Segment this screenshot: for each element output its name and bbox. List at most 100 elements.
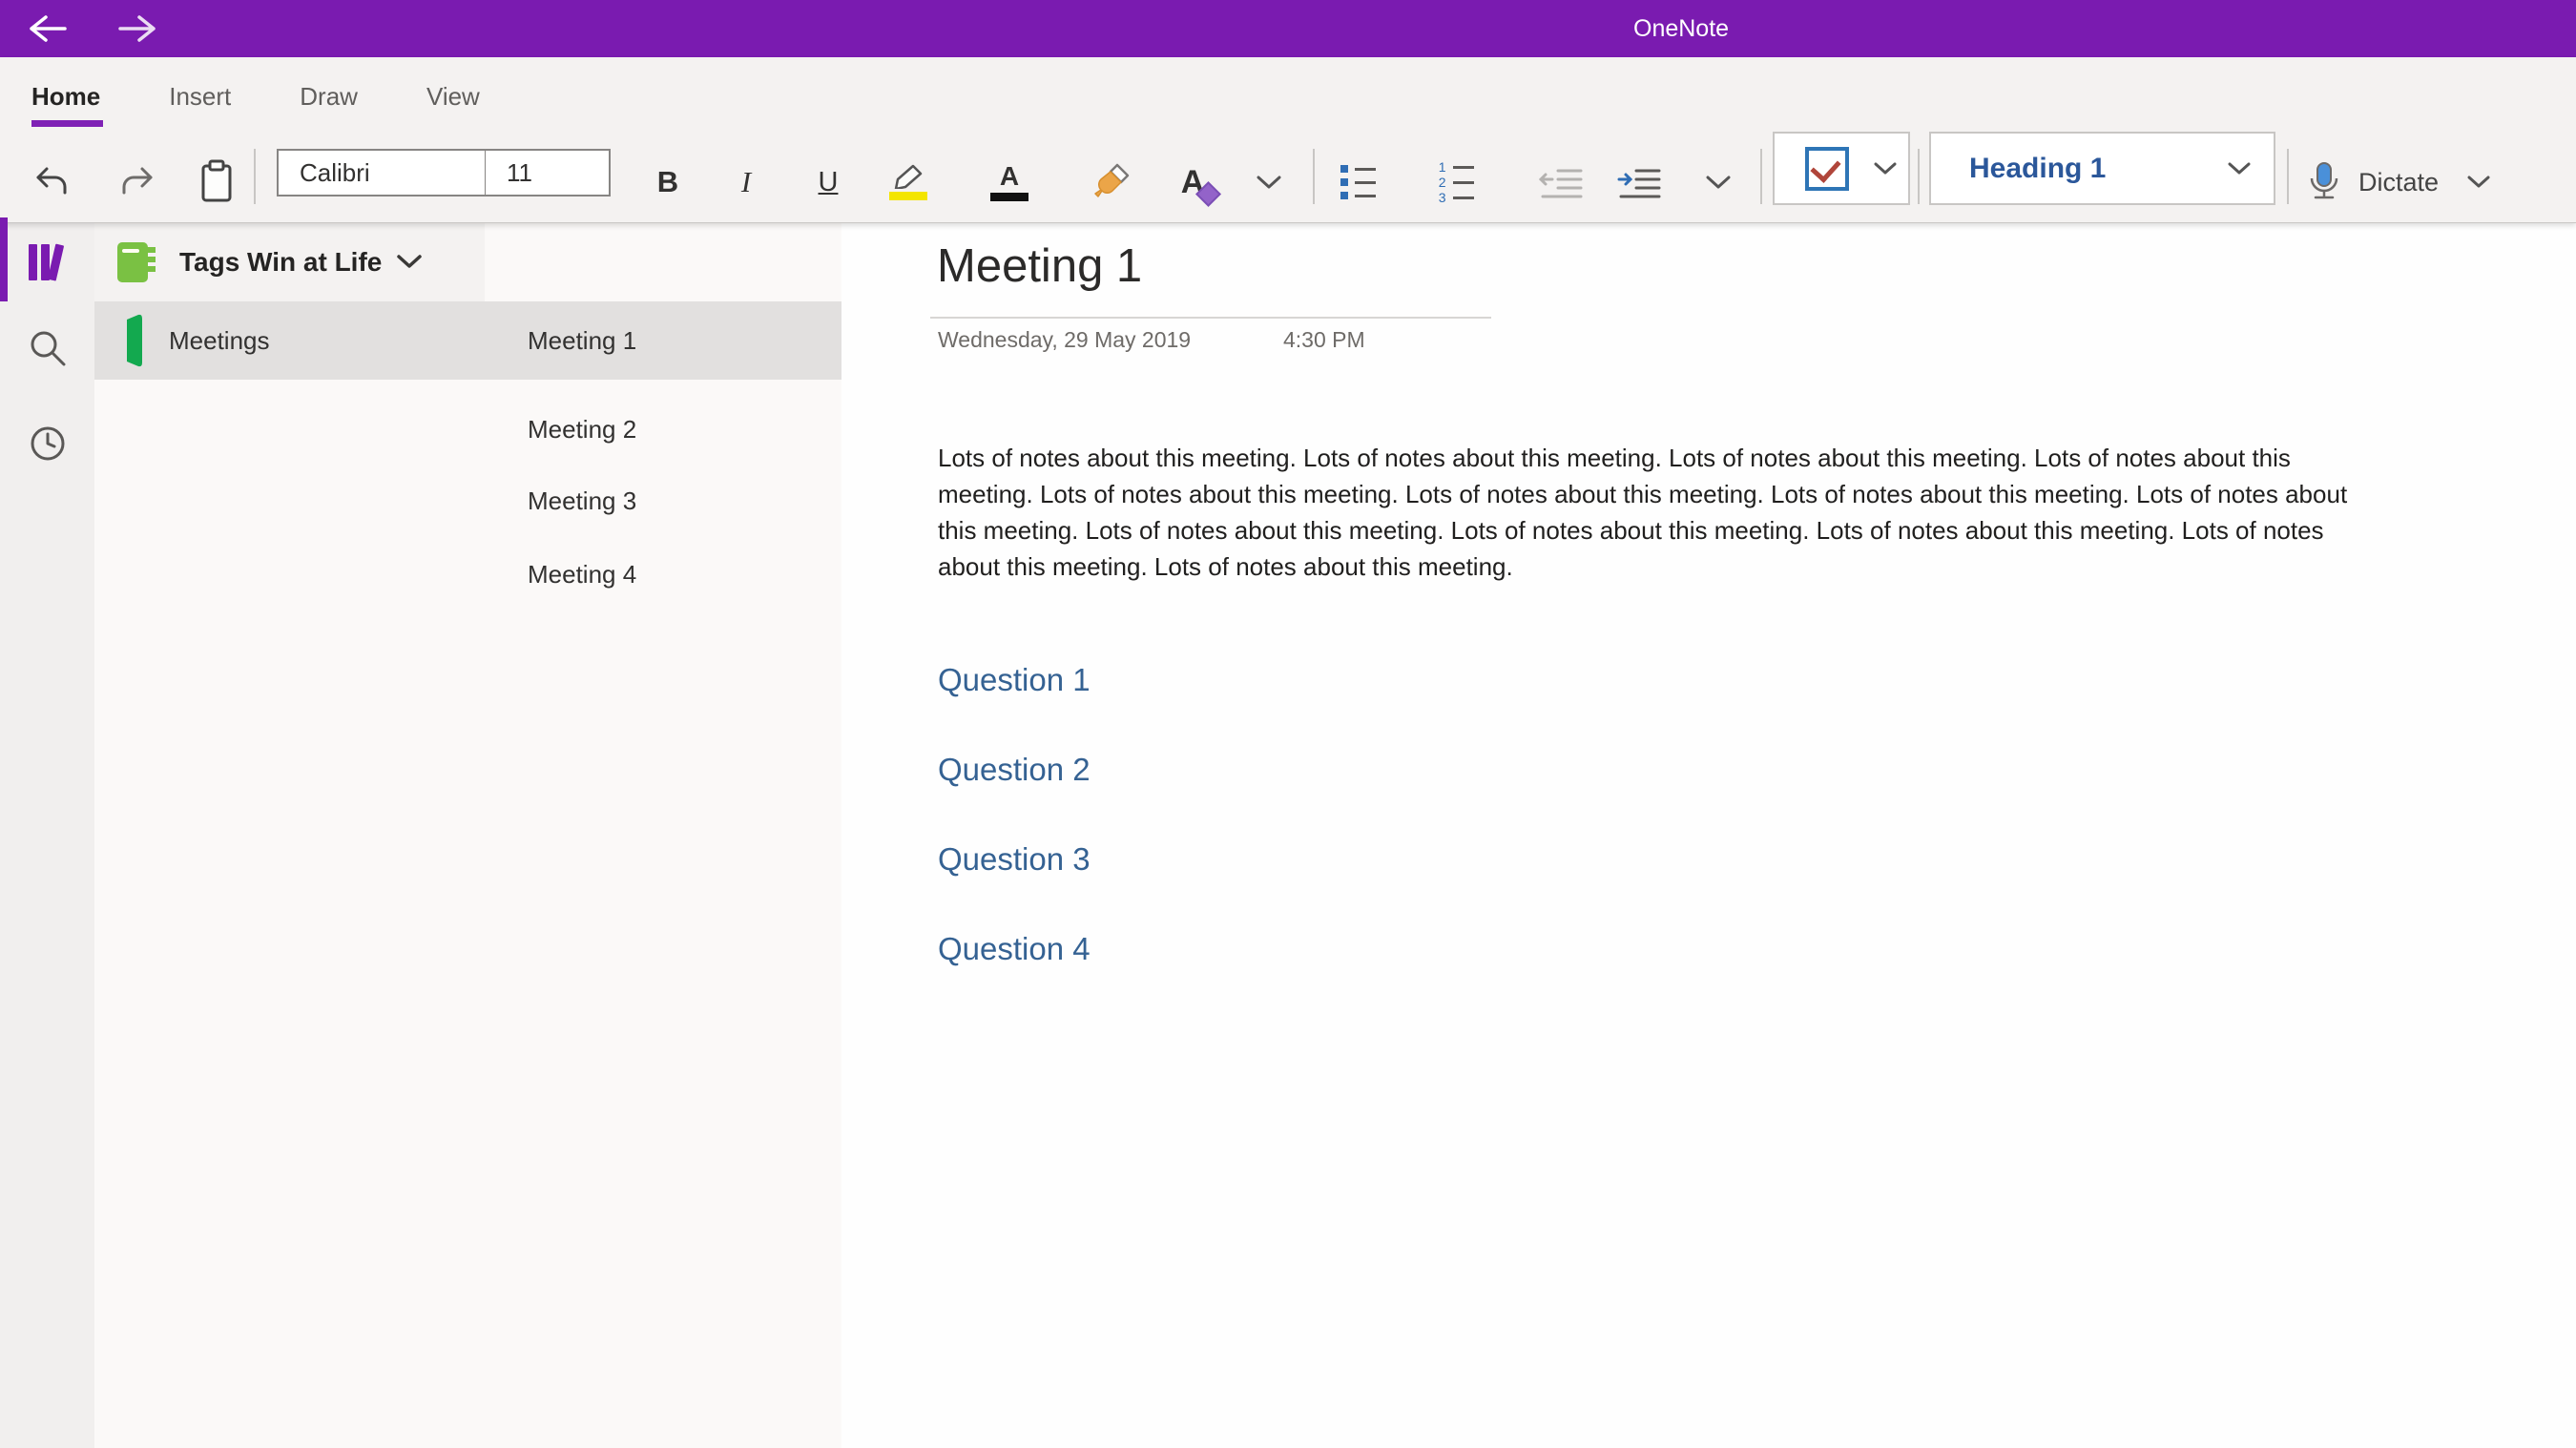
left-rail [0, 222, 95, 1448]
chevron-down-icon [2467, 176, 2490, 189]
tab-label: View [426, 82, 480, 111]
chevron-down-icon [2228, 162, 2251, 176]
dictate-button[interactable]: Dictate [2305, 149, 2534, 216]
back-button[interactable] [21, 8, 74, 50]
paste-button[interactable] [186, 149, 247, 216]
page-date: Wednesday, 29 May 2019 [938, 327, 1191, 353]
font-name-input[interactable]: Calibri [277, 149, 486, 197]
numbered-list-icon: 1 2 3 [1437, 162, 1474, 202]
app-title: OneNote [1633, 0, 1729, 57]
font-size-input[interactable]: 11 [485, 149, 611, 197]
toolbar-divider [1918, 149, 1920, 204]
question-heading-2[interactable]: Question 2 [938, 751, 1091, 789]
section-panel: Tags Win at Life Meetings [94, 222, 486, 1448]
search-icon [27, 327, 69, 369]
back-arrow-icon [27, 14, 69, 43]
question-heading-1[interactable]: Question 1 [938, 661, 1091, 699]
clear-formatting-icon: A [1181, 164, 1205, 201]
notebooks-button[interactable] [0, 224, 94, 300]
todo-tag-button[interactable] [1773, 132, 1910, 205]
clear-formatting-button[interactable]: A [1162, 149, 1223, 216]
ribbon-tabs: Home Insert Draw View [31, 57, 480, 134]
page-canvas[interactable]: Meeting 1 Wednesday, 29 May 2019 4:30 PM… [841, 222, 2576, 1448]
style-selected-value: Heading 1 [1969, 153, 2106, 185]
page-item-meeting-1[interactable]: Meeting 1 [485, 301, 841, 380]
tab-insert[interactable]: Insert [169, 57, 231, 134]
numbered-list-button[interactable]: 1 2 3 [1424, 149, 1485, 216]
notebook-icon [114, 238, 160, 286]
undo-icon [31, 161, 73, 203]
tab-label: Draw [300, 82, 358, 111]
question-heading-4[interactable]: Question 4 [938, 930, 1091, 968]
todo-checkbox-icon [1805, 147, 1849, 191]
active-rail-indicator [0, 217, 8, 301]
notebook-name: Tags Win at Life [179, 247, 382, 278]
tab-view[interactable]: View [426, 57, 480, 134]
page-label: Meeting 4 [528, 560, 636, 590]
chevron-down-icon [1874, 162, 1897, 176]
highlight-button[interactable] [878, 149, 939, 216]
increase-indent-icon [1617, 163, 1661, 201]
onenote-app: OneNote Home Insert Draw View [0, 0, 2576, 1448]
question-heading-3[interactable]: Question 3 [938, 840, 1091, 879]
active-tab-underline [31, 120, 103, 127]
styles-dropdown[interactable]: Heading 1 [1929, 132, 2275, 205]
bullet-list-button[interactable] [1327, 149, 1388, 216]
search-button[interactable] [0, 310, 94, 386]
chevron-down-icon [397, 255, 422, 269]
decrease-indent-button[interactable] [1530, 149, 1591, 216]
toolbar-divider [1760, 149, 1762, 204]
page-item-meeting-3[interactable]: Meeting 3 [485, 465, 841, 537]
tab-draw[interactable]: Draw [300, 57, 358, 134]
page-label: Meeting 1 [528, 326, 636, 356]
redo-button[interactable] [106, 149, 167, 216]
page-label: Meeting 3 [528, 486, 636, 516]
tab-label: Home [31, 82, 100, 111]
page-panel: Meeting 1 Meeting 2 Meeting 3 Meeting 4 [485, 222, 842, 1448]
paragraph-options-chevron[interactable] [1693, 149, 1744, 216]
chevron-down-icon [1257, 176, 1281, 190]
tab-home[interactable]: Home [31, 57, 100, 134]
increase-indent-button[interactable] [1609, 149, 1670, 216]
section-item-meetings[interactable]: Meetings [94, 301, 485, 380]
page-label: Meeting 2 [528, 415, 636, 445]
font-color-button[interactable]: A [979, 149, 1040, 216]
bold-icon: B [657, 165, 678, 199]
chevron-down-icon [1706, 176, 1731, 190]
recent-notes-button[interactable] [0, 405, 94, 482]
microphone-icon [2305, 161, 2343, 203]
underline-icon: U [819, 167, 839, 198]
underline-button[interactable]: U [798, 149, 859, 216]
ribbon: Home Insert Draw View [0, 57, 2576, 223]
section-tab-icon [124, 314, 145, 367]
bold-button[interactable]: B [637, 149, 698, 216]
question-list: Question 1 Question 2 Question 3 Questio… [938, 661, 1091, 1020]
page-item-meeting-4[interactable]: Meeting 4 [485, 538, 841, 610]
decrease-indent-icon [1539, 163, 1583, 201]
notebook-switcher[interactable]: Tags Win at Life [94, 222, 485, 301]
forward-button[interactable] [111, 8, 164, 50]
notebooks-library-icon [23, 240, 73, 284]
page-body-text[interactable]: Lots of notes about this meeting. Lots o… [938, 440, 2383, 585]
clock-icon [27, 423, 69, 465]
page-item-meeting-2[interactable]: Meeting 2 [485, 393, 841, 465]
forward-arrow-icon [116, 14, 158, 43]
toolbar-divider [254, 149, 256, 204]
page-title[interactable]: Meeting 1 [937, 239, 1142, 293]
font-size-value: 11 [507, 158, 532, 188]
highlighter-icon [888, 164, 928, 200]
redo-icon [115, 161, 157, 203]
font-color-icon: A [990, 163, 1028, 201]
format-painter-icon [1091, 161, 1133, 203]
italic-button[interactable]: I [716, 149, 777, 216]
undo-button[interactable] [22, 149, 83, 216]
toolbar-divider [1313, 149, 1315, 204]
font-options-chevron[interactable] [1243, 149, 1295, 216]
title-divider [930, 317, 1491, 319]
page-time: 4:30 PM [1283, 327, 1365, 353]
font-name-value: Calibri [300, 158, 370, 188]
bullet-list-icon [1340, 165, 1376, 199]
section-label: Meetings [169, 326, 270, 356]
titlebar: OneNote [0, 0, 2576, 57]
format-painter-button[interactable] [1082, 149, 1143, 216]
